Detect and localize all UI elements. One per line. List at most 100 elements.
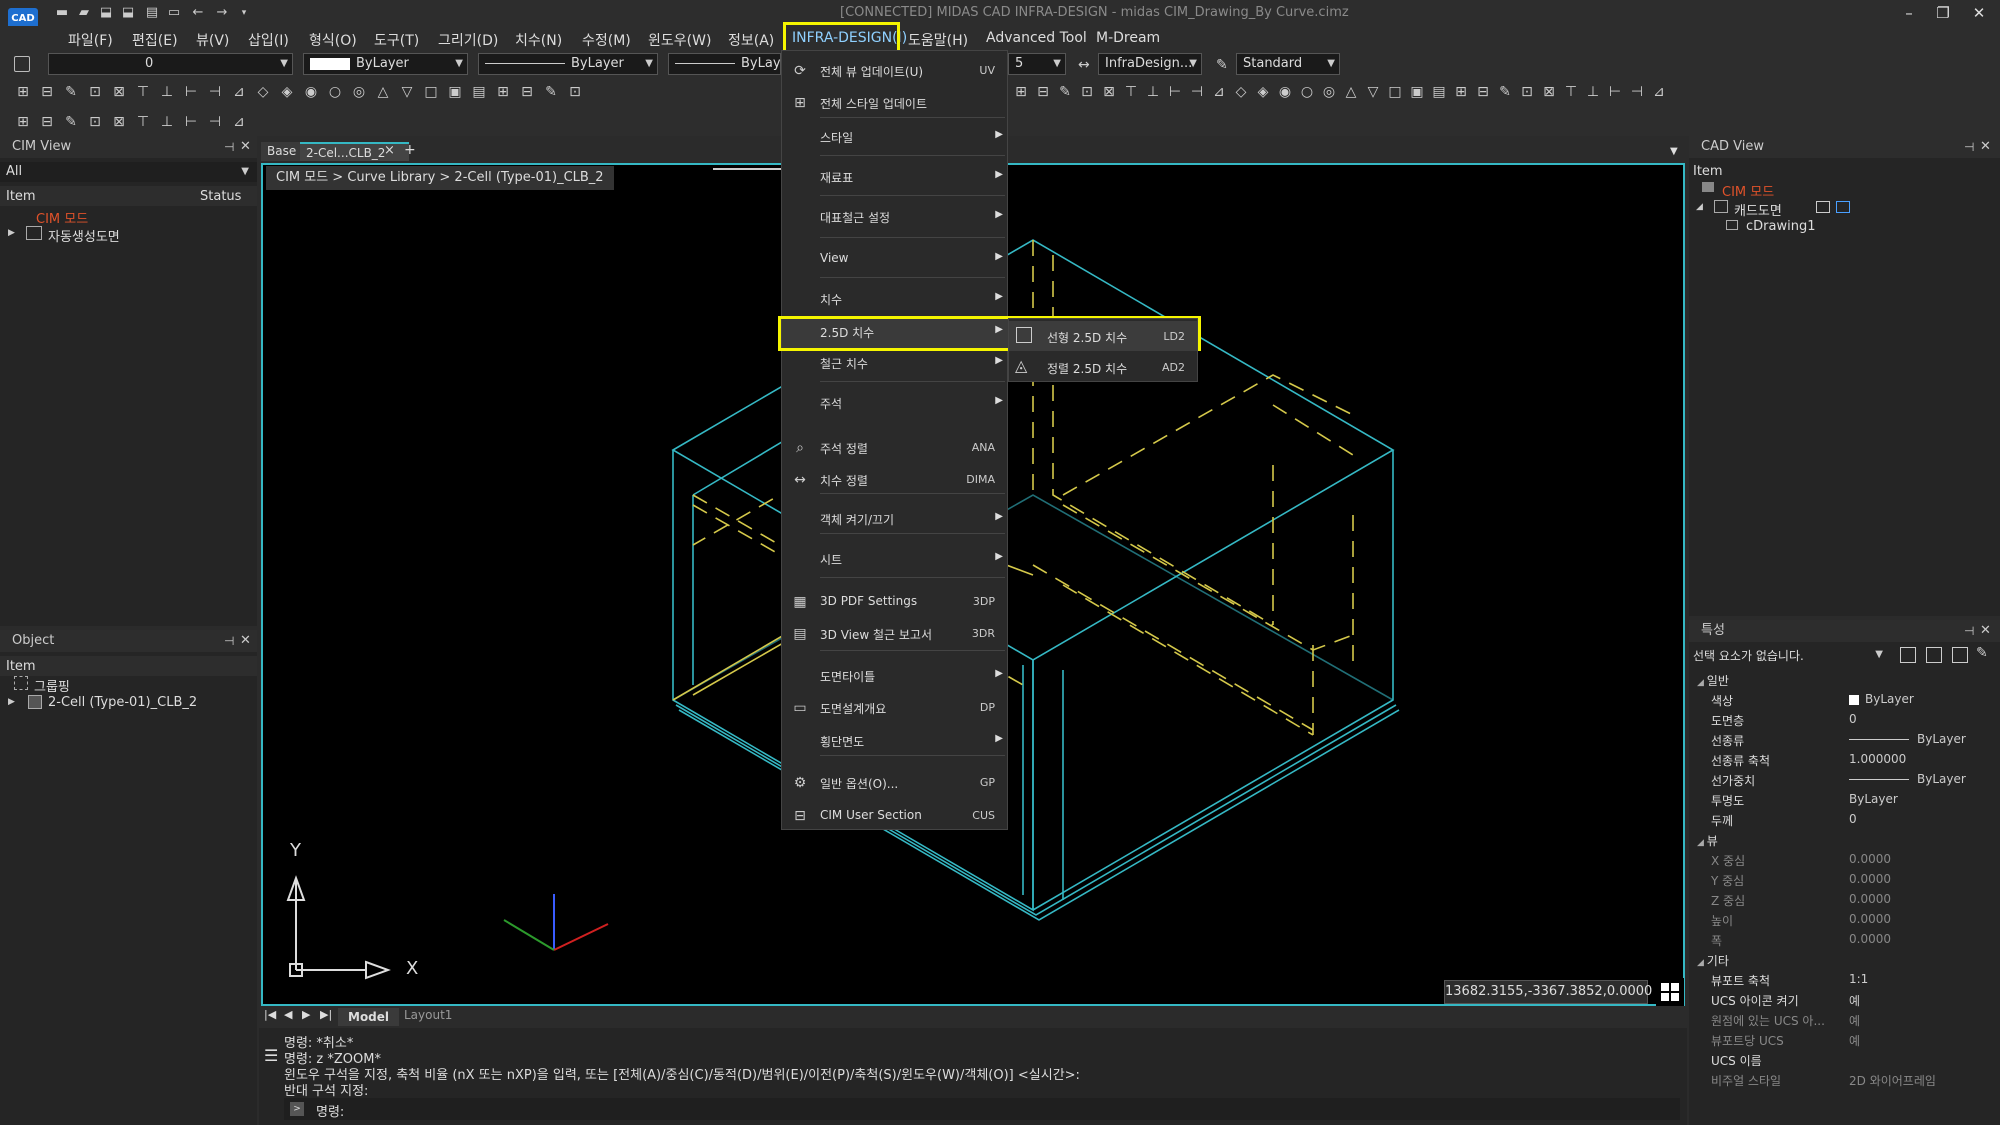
toolbar-tool-icon[interactable]: ⊣ [1188,84,1206,100]
toolbar-tool-icon[interactable]: ⊥ [1144,84,1162,100]
toolbar-tool-icon[interactable]: ⊿ [230,84,248,100]
viewport-grid-icon[interactable] [1656,978,1684,1006]
toolbar-tool-icon[interactable]: ⊢ [1166,84,1184,100]
toggle-icon[interactable]: ✎ [1976,645,1988,661]
save-as-icon[interactable]: ⬓ [120,6,136,20]
restore-button[interactable]: ❐ [1928,4,1958,24]
lineweight-select[interactable]: ByLay [668,53,781,75]
toolbar-tool-icon[interactable]: ⊤ [134,84,152,100]
close-icon[interactable]: ✕ [1980,623,1991,638]
pin-icon[interactable]: ⊣ [1964,140,1974,154]
property-value[interactable]: 1:1 [1849,972,1868,986]
menu-item[interactable]: ↔ 치수 정렬 DIMA [782,464,1009,496]
toolbar-tool-icon[interactable]: ✎ [1496,84,1514,100]
layout-icon[interactable] [1816,201,1830,213]
close-window-button[interactable]: ✕ [1964,4,1994,24]
toolbar-tool-icon[interactable]: □ [422,84,440,100]
collapse-arrow-icon[interactable]: ◢ [1696,202,1703,212]
cim-filter-select[interactable]: All ▼ [0,162,257,182]
menu-item[interactable]: 객체 켜기/끄기 ▶ [782,503,1009,535]
menu-file[interactable]: 파일(F) [68,30,113,50]
menu-window[interactable]: 윈도우(W) [648,30,711,50]
toolbar-tool-icon[interactable]: ⊞ [494,84,512,100]
menu-item[interactable]: ▤ 3D View 철근 보고서 3DR [782,618,1009,650]
first-layout-icon[interactable]: |◀ [264,1008,276,1021]
property-value[interactable]: 예 [1849,1032,1860,1049]
toolbar-tool-icon[interactable]: ⊠ [1100,84,1118,100]
toolbar-tool-icon[interactable]: ⊟ [38,84,56,100]
menu-item[interactable]: 재료표 ▶ [782,161,1009,193]
toolbar-tool-icon[interactable]: ⊢ [182,84,200,100]
toolbar-tool-icon[interactable]: ⊿ [1210,84,1228,100]
quick-access-dropdown-icon[interactable]: ▾ [236,6,252,20]
object-item-grouping[interactable]: 그룹핑 [34,676,70,695]
command-menu-icon[interactable]: ☰ [264,1046,278,1065]
toolbar-tool-icon[interactable]: ○ [326,84,344,100]
toolbar-tool-icon[interactable]: ◈ [278,84,296,100]
toolbar-tool-icon[interactable]: ◉ [1276,84,1294,100]
dimstyle-select[interactable]: InfraDesign... ▼ [1098,53,1202,75]
model-icon[interactable] [1836,201,1850,213]
toolbar-tool-icon[interactable]: △ [1342,84,1360,100]
print-icon[interactable]: ▤ [144,6,160,20]
toolbar-tool-icon[interactable]: ⊠ [1540,84,1558,100]
toolbar-tool-icon[interactable]: ▽ [1364,84,1382,100]
toolbar-tool-icon[interactable]: ◎ [350,84,368,100]
toolbar-tool-icon[interactable]: ⊣ [206,114,224,130]
object-item-cell[interactable]: 2-Cell (Type-01)_CLB_2 [48,695,197,710]
expand-arrow-icon[interactable]: ▶ [8,228,15,238]
toolbar-tool-icon[interactable]: ▽ [398,84,416,100]
toolbar-tool-icon[interactable]: ⊞ [14,84,32,100]
toolbar-tool-icon[interactable]: ⊿ [230,114,248,130]
toolbar-tool-icon[interactable]: ⊞ [14,114,32,130]
add-tab-icon[interactable]: + [404,142,416,158]
save-icon[interactable]: ⬓ [98,6,114,20]
next-layout-icon[interactable]: ▶ [302,1008,310,1021]
toolbar-tool-icon[interactable]: ⊟ [1034,84,1052,100]
toolbar-tool-icon[interactable]: ⊢ [1606,84,1624,100]
property-value[interactable]: 0.0000 [1849,872,1891,886]
tree-item-cim-mode[interactable]: CIM 모드 [36,208,88,227]
tree-item-cdrawing1[interactable]: cDrawing1 [1746,219,1815,234]
toolbar-tool-icon[interactable]: ◉ [302,84,320,100]
property-value[interactable]: 0.0000 [1849,892,1891,906]
pin-icon[interactable]: ⊣ [224,140,234,154]
layer-manager-icon[interactable] [14,56,30,72]
toolbar-tool-icon[interactable]: ⊟ [1474,84,1492,100]
toolbar-tool-icon[interactable]: ⊤ [1562,84,1580,100]
menu-item[interactable]: ⌕ 주석 정렬 ANA [782,432,1009,464]
toolbar-tool-icon[interactable]: ⊣ [206,84,224,100]
property-value[interactable]: ByLayer [1849,792,1898,806]
tab-layout1[interactable]: Layout1 [404,1008,452,1022]
close-icon[interactable]: ✕ [240,633,251,648]
open-folder-icon[interactable]: ▰ [76,6,92,20]
tree-item-cad-drawing[interactable]: 캐드도면 [1734,200,1782,219]
property-value[interactable]: ByLayer [1849,692,1914,706]
command-input[interactable]: > 명령: [284,1098,1680,1120]
new-file-icon[interactable]: ▬ [54,6,70,20]
toolbar-tool-icon[interactable]: ✎ [1056,84,1074,100]
toolbar-tool-icon[interactable]: ⊥ [1584,84,1602,100]
quick-select-icon[interactable] [1900,647,1916,663]
textstyle-select[interactable]: Standard ▼ [1236,53,1340,75]
property-section[interactable]: ◢ 일반 [1697,672,1729,689]
tree-item-auto-drawing[interactable]: 자동생성도면 [48,226,120,245]
menu-item[interactable]: 시트 ▶ [782,543,1009,575]
menu-help[interactable]: 도움말(H) [908,30,968,50]
menu-item[interactable]: 철근 치수 ▶ [782,347,1009,379]
menu-modify[interactable]: 수정(M) [582,30,631,50]
toolbar-tool-icon[interactable]: ⊡ [86,84,104,100]
menu-info[interactable]: 정보(A) [728,30,774,50]
menu-item[interactable]: ▭ 도면설계개요 DP [782,692,1009,724]
menu-item[interactable]: 횡단면도 ▶ [782,725,1009,757]
toolbar-tool-icon[interactable]: ⊡ [86,114,104,130]
menu-draw[interactable]: 그리기(D) [438,30,498,50]
tab-close-icon[interactable]: × [384,143,395,158]
minimize-button[interactable]: – [1894,4,1924,24]
property-value[interactable]: 0 [1849,712,1857,726]
plot-icon[interactable]: ▭ [166,6,182,20]
menu-m-dream[interactable]: M-Dream [1096,30,1160,46]
menu-view[interactable]: 뷰(V) [196,30,229,50]
property-value[interactable]: 1.000000 [1849,752,1906,766]
toolbar-tool-icon[interactable]: ⊡ [1078,84,1096,100]
